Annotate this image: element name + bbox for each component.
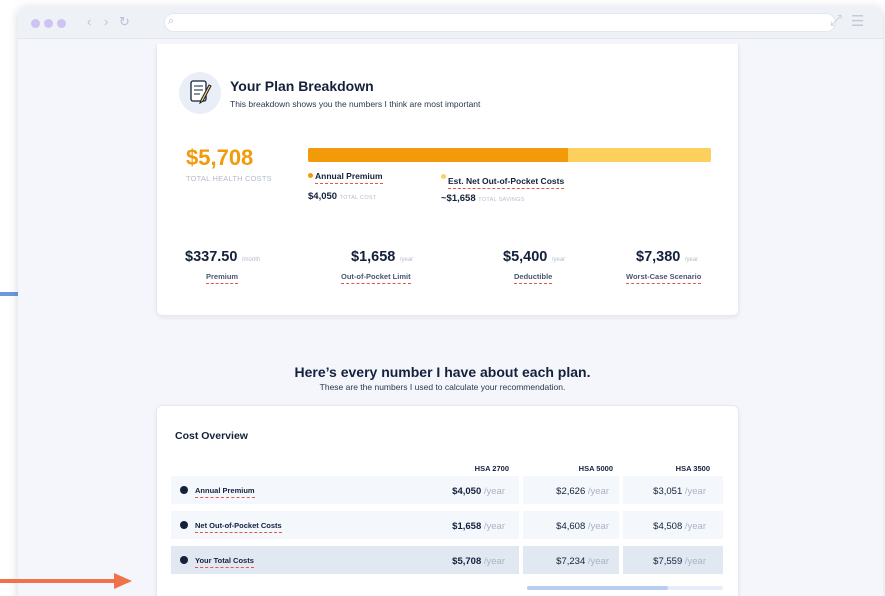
- window-dot-maximize[interactable]: [57, 19, 66, 28]
- window-dot-close[interactable]: [31, 19, 40, 28]
- orange-arrow-head: [114, 573, 132, 589]
- legend-dot-orange: [308, 173, 313, 178]
- metric-deductible: $5,400 /year Deductible: [503, 248, 633, 284]
- metric-period: /year: [684, 257, 699, 263]
- legend-label: Annual Premium: [315, 171, 383, 184]
- hsa-2700-value: $4,050 /year: [452, 486, 505, 497]
- hsa-3500-value: $4,508 /year: [653, 521, 706, 532]
- legend-annual-premium[interactable]: Annual Premium: [308, 171, 383, 184]
- back-icon[interactable]: ‹: [87, 14, 91, 29]
- hsa-5000-value: $2,626 /year: [556, 486, 609, 497]
- section-subtitle: These are the numbers I used to calculat…: [319, 382, 566, 392]
- total-health-costs-value: $5,708: [186, 145, 254, 170]
- column-header-hsa-3500: HSA 3500: [675, 464, 710, 473]
- premium-share-fill: [308, 148, 568, 162]
- hsa-5000-value: $4,608 /year: [556, 521, 609, 532]
- browser-toolbar: ‹ › ↻ ⌕ ⤢ ☰: [18, 6, 883, 39]
- address-bar[interactable]: ⌕: [164, 13, 836, 32]
- breakdown-title: Your Plan Breakdown: [230, 78, 374, 94]
- section-title: Here’s every number I have about each pl…: [294, 364, 591, 380]
- total-health-costs-label: TOTAL HEALTH COSTS: [186, 174, 272, 183]
- metric-out-of-pocket-limit: $1,658 /year Out-of-Pocket Limit: [341, 248, 481, 284]
- hsa-2700-value: $5,708 /year: [452, 556, 505, 567]
- search-icon: ⌕: [168, 15, 175, 27]
- orange-arrow: [0, 579, 116, 583]
- window-dot-minimize[interactable]: [44, 19, 53, 28]
- metric-value: $5,400: [503, 249, 548, 265]
- row-bullet-icon: [180, 556, 188, 564]
- metric-premium: $337.50 /month Premium: [185, 248, 315, 284]
- metric-value: $7,380: [636, 249, 681, 265]
- metric-value: $337.50: [185, 249, 238, 265]
- value-note: TOTAL COST: [339, 195, 377, 201]
- row-label[interactable]: Net Out-of-Pocket Costs: [195, 521, 282, 533]
- metric-period: /year: [551, 257, 566, 263]
- plan-breakdown-card: Your Plan Breakdown This breakdown shows…: [156, 44, 739, 316]
- hsa-5000-value: $7,234 /year: [556, 556, 609, 567]
- legend-label: Est. Net Out-of-Pocket Costs: [448, 176, 565, 189]
- row-bullet-icon: [180, 486, 188, 494]
- metric-value: $1,658: [351, 249, 396, 265]
- metric-label[interactable]: Premium: [206, 272, 239, 284]
- browser-window: ‹ › ↻ ⌕ ⤢ ☰ Your Plan Breakdown This bre…: [18, 6, 883, 596]
- annual-premium-value: $4,050 TOTAL COST: [308, 191, 377, 202]
- metric-label[interactable]: Deductible: [514, 272, 553, 284]
- legend-net-out-of-pocket[interactable]: Est. Net Out-of-Pocket Costs: [441, 174, 565, 189]
- reload-icon[interactable]: ↻: [119, 14, 130, 30]
- metric-period: /year: [399, 257, 414, 263]
- metric-worst-case: $7,380 /year Worst-Case Scenario: [626, 248, 766, 284]
- value-note: TOTAL SAVINGS: [478, 197, 525, 203]
- column-header-hsa-2700: HSA 2700: [474, 464, 509, 473]
- column-header-hsa-5000: HSA 5000: [578, 464, 613, 473]
- breakdown-subtitle: This breakdown shows you the numbers I t…: [230, 99, 481, 109]
- horizontal-scrollbar[interactable]: [527, 586, 723, 590]
- row-label[interactable]: Annual Premium: [195, 486, 255, 498]
- menu-icon[interactable]: ☰: [851, 12, 864, 30]
- row-label[interactable]: Your Total Costs: [195, 556, 254, 568]
- net-out-of-pocket-value: ~$1,658 TOTAL SAVINGS: [441, 193, 525, 204]
- cost-overview-card: Cost Overview HSA 2700 HSA 5000 HSA 3500…: [156, 405, 739, 596]
- expand-icon[interactable]: ⤢: [830, 12, 842, 29]
- cost-overview-title: Cost Overview: [175, 430, 248, 442]
- legend-dot-light-orange: [441, 174, 446, 179]
- row-bullet-icon: [180, 521, 188, 529]
- metric-period: /month: [241, 257, 261, 263]
- metric-label[interactable]: Worst-Case Scenario: [626, 272, 702, 284]
- hsa-2700-value: $1,658 /year: [452, 521, 505, 532]
- forward-icon[interactable]: ›: [104, 14, 108, 29]
- value: ~$1,658: [441, 193, 476, 204]
- table-row: Annual Premium $4,050 /year $2,626 /year…: [171, 476, 723, 504]
- table-row-total: Your Total Costs $5,708 /year $7,234 /ye…: [171, 546, 723, 574]
- hsa-3500-value: $3,051 /year: [653, 486, 706, 497]
- cost-split-bar: [308, 148, 711, 162]
- checklist-pencil-icon: [179, 72, 221, 114]
- table-row: Net Out-of-Pocket Costs $1,658 /year $4,…: [171, 511, 723, 539]
- value: $4,050: [308, 191, 338, 202]
- metric-label[interactable]: Out-of-Pocket Limit: [341, 272, 411, 284]
- scrollbar-thumb[interactable]: [527, 586, 669, 590]
- hsa-3500-value: $7,559 /year: [653, 556, 706, 567]
